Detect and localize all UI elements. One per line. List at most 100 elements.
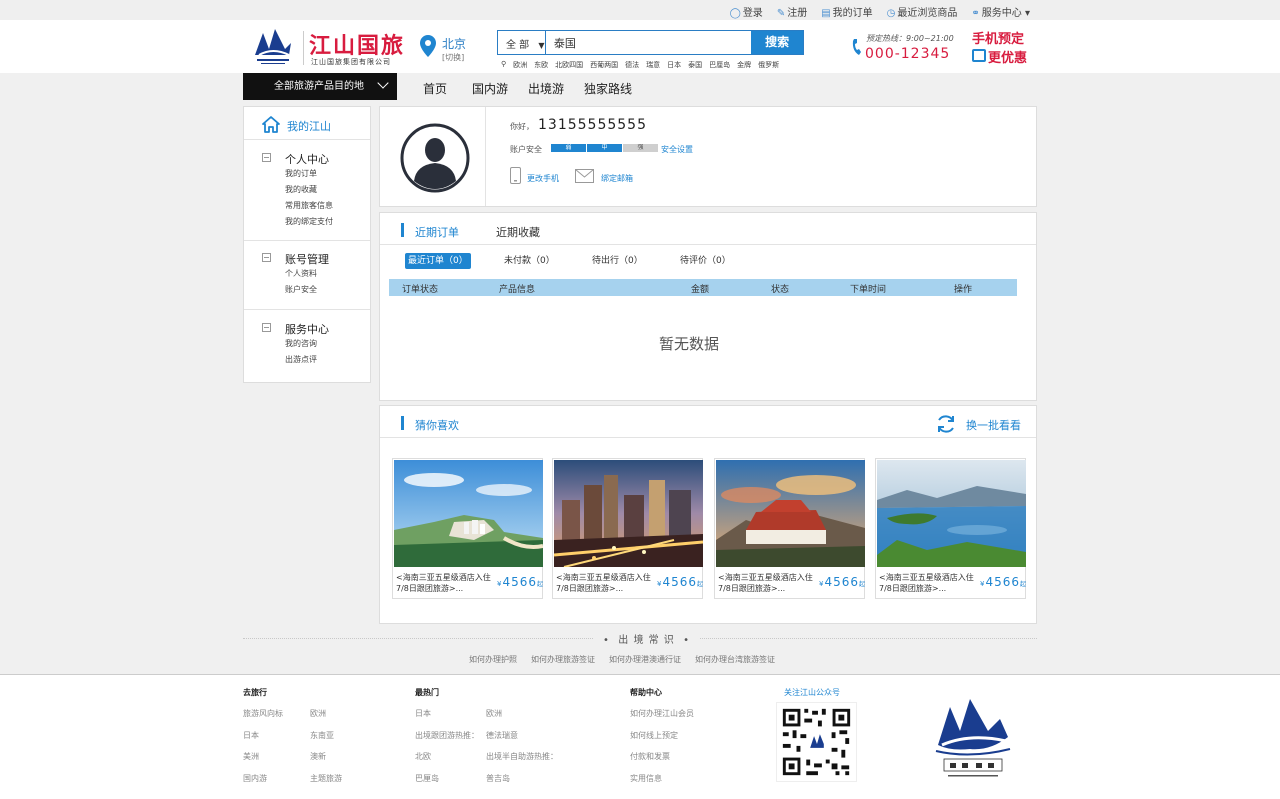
hot-keyword[interactable]: 德法 [625, 60, 639, 70]
security-level-medium: 中 [587, 144, 622, 152]
tip-link[interactable]: 如何办理台湾旅游签证 [695, 654, 775, 665]
sidebar-group-title: 服务中心 [285, 323, 329, 336]
footer-link[interactable]: 付款和发票 [630, 751, 670, 762]
column-header: 订单状态 [402, 285, 439, 295]
product-card[interactable]: <海南三亚五星级酒店入住7/8日跟团旅游>... ¥4566起 [875, 458, 1026, 599]
tip-link[interactable]: 如何办理旅游签证 [531, 654, 595, 665]
divider [485, 107, 486, 206]
hot-keyword[interactable]: 泰国 [688, 60, 702, 70]
product-card[interactable]: <海南三亚五星级酒店入住7/8日跟团旅游>... ¥4566起 [392, 458, 543, 599]
collapse-icon[interactable] [262, 153, 271, 162]
profile-panel: 你好， 13155555555 账户安全 弱 中 强 安全设置 更改手机 绑定邮… [379, 106, 1037, 207]
security-label: 账户安全 [510, 145, 542, 154]
hot-keyword[interactable]: 欧洲 [513, 60, 527, 70]
product-card[interactable]: <海南三亚五星级酒店入住7/8日跟团旅游>... ¥4566起 [714, 458, 865, 599]
sidebar-item-payment[interactable]: 我的绑定支付 [285, 216, 333, 227]
my-orders-link[interactable]: ▤ 我的订单 [821, 4, 872, 19]
sidebar-item-profile[interactable]: 个人资料 [285, 268, 317, 279]
footer-link[interactable]: 巴厘岛 [415, 773, 439, 784]
product-card[interactable]: <海南三亚五星级酒店入住7/8日跟团旅游>... ¥4566起 [552, 458, 703, 599]
empty-state: 暂无数据 [659, 335, 720, 353]
footer-link[interactable]: 出境半自助游热推： [486, 751, 558, 762]
city-switch-link[interactable]: [切换] [442, 52, 464, 63]
refresh-button[interactable]: 换一批看看 [966, 417, 1021, 433]
security-settings-link[interactable]: 安全设置 [661, 144, 693, 155]
main-nav: 全部旅游产品目的地 首页 国内游 出境游 独家路线 [0, 73, 1280, 100]
qr-title: 关注江山公众号 [784, 688, 840, 697]
footer-link[interactable]: 东南亚 [310, 730, 334, 741]
sidebar-item-reviews[interactable]: 出游点评 [285, 354, 317, 365]
hot-keyword[interactable]: 金牌 [737, 60, 751, 70]
recent-orders-panel: 近期订单 近期收藏 最近订单（0） 未付款（0） 待出行（0） 待评价（0） 订… [379, 212, 1037, 401]
footer-col-title: 最热门 [415, 688, 439, 697]
nav-outbound[interactable]: 出境游 [528, 80, 584, 97]
sidebar-group-title: 账号管理 [285, 253, 329, 266]
footer-link[interactable]: 国内游 [243, 773, 267, 784]
hot-keyword[interactable]: 东欧 [534, 60, 548, 70]
product-price: ¥4566起 [980, 575, 1028, 589]
search-category-select[interactable]: 全 部 ▼ [498, 31, 546, 54]
register-link[interactable]: ✎ 注册 [777, 4, 807, 19]
sidebar-item-security[interactable]: 账户安全 [285, 284, 317, 295]
footer-link[interactable]: 旅游风向标 [243, 708, 283, 719]
mobile-promo[interactable]: 手机预定 更优惠 [970, 28, 1032, 68]
footer-link[interactable]: 澳新 [310, 751, 326, 762]
caret-down-icon: ▾ [1024, 8, 1030, 19]
hotline-number: 000-12345 [865, 46, 951, 62]
sidebar-item-inquiries[interactable]: 我的咨询 [285, 338, 317, 349]
footer-link[interactable]: 主题旅游 [310, 773, 342, 784]
travel-tips: • 出 境 常 识 • 如何办理护照 如何办理旅游签证 如何办理港澳通行证 如何… [243, 631, 1037, 666]
footer-link[interactable]: 北欧 [415, 751, 431, 762]
recent-viewed-link[interactable]: ◷ 最近浏览商品 [887, 4, 958, 19]
recommendations-panel: 猜你喜欢 换一批看看 <海南三亚五星级酒店入住7/8日跟团旅游>... ¥456… [379, 405, 1037, 624]
footer-link[interactable]: 日本 [243, 730, 259, 741]
nav-home[interactable]: 首页 [423, 80, 472, 97]
hot-keyword[interactable]: 北欧四国 [555, 60, 583, 70]
footer-link[interactable]: 日本 [415, 708, 431, 719]
orders-tabs: 近期订单 近期收藏 [380, 213, 1036, 245]
footer-link[interactable]: 实用信息 [630, 773, 662, 784]
hot-keyword[interactable]: 西葡两国 [590, 60, 618, 70]
footer-link[interactable]: 如何办理江山会员 [630, 708, 694, 719]
hot-keyword[interactable]: 巴厘岛 [709, 60, 730, 70]
sidebar-group-title: 个人中心 [285, 153, 329, 166]
tab-indicator [401, 416, 404, 430]
hot-keyword[interactable]: 瑞意 [646, 60, 660, 70]
nav-exclusive[interactable]: 独家路线 [584, 80, 632, 97]
hot-keyword[interactable]: 日本 [667, 60, 681, 70]
filter-unpaid[interactable]: 未付款（0） [504, 253, 555, 269]
tip-link[interactable]: 如何办理港澳通行证 [609, 654, 681, 665]
footer-link[interactable]: 德法瑞意 [486, 730, 518, 741]
tip-link[interactable]: 如何办理护照 [469, 654, 517, 665]
tab-recent-favorites[interactable]: 近期收藏 [496, 224, 540, 240]
hot-keyword[interactable]: 俄罗斯 [758, 60, 779, 70]
footer-logo [935, 699, 1011, 777]
nav-domestic[interactable]: 国内游 [472, 80, 528, 97]
login-link[interactable]: ◯ 登录 [730, 4, 763, 19]
all-destinations-menu[interactable]: 全部旅游产品目的地 [243, 73, 397, 100]
search-button[interactable]: 搜索 [751, 31, 803, 54]
sidebar-item-my-orders[interactable]: 我的订单 [285, 168, 317, 179]
collapse-icon[interactable] [262, 253, 271, 262]
site-logo[interactable]: 江山国旅 江山国旅集团有限公司 [249, 25, 409, 69]
service-center-menu[interactable]: ⚭ 服务中心 ▾ [971, 4, 1030, 19]
filter-to-travel[interactable]: 待出行（0） [592, 253, 643, 269]
footer-link[interactable]: 普吉岛 [486, 773, 510, 784]
sidebar-item-favorites[interactable]: 我的收藏 [285, 184, 317, 195]
collapse-icon[interactable] [262, 323, 271, 332]
search-box: 全 部 ▼ 搜索 [497, 30, 804, 55]
filter-to-review[interactable]: 待评价（0） [680, 253, 731, 269]
search-input[interactable] [545, 31, 752, 54]
footer-link[interactable]: 欧洲 [310, 708, 326, 719]
avatar[interactable] [400, 123, 470, 193]
footer-link[interactable]: 如何线上预定 [630, 730, 678, 741]
footer-link[interactable]: 出境跟团游热推： [415, 730, 479, 741]
clock-icon: ◷ [886, 8, 896, 19]
sidebar-item-travelers[interactable]: 常用旅客信息 [285, 200, 333, 211]
footer-link[interactable]: 美洲 [243, 751, 259, 762]
refresh-icon[interactable] [934, 412, 958, 436]
footer-link[interactable]: 欧洲 [486, 708, 502, 719]
filter-recent[interactable]: 最近订单（0） [405, 253, 471, 269]
logo-mark-icon [255, 29, 291, 64]
tab-recent-orders[interactable]: 近期订单 [415, 224, 459, 240]
